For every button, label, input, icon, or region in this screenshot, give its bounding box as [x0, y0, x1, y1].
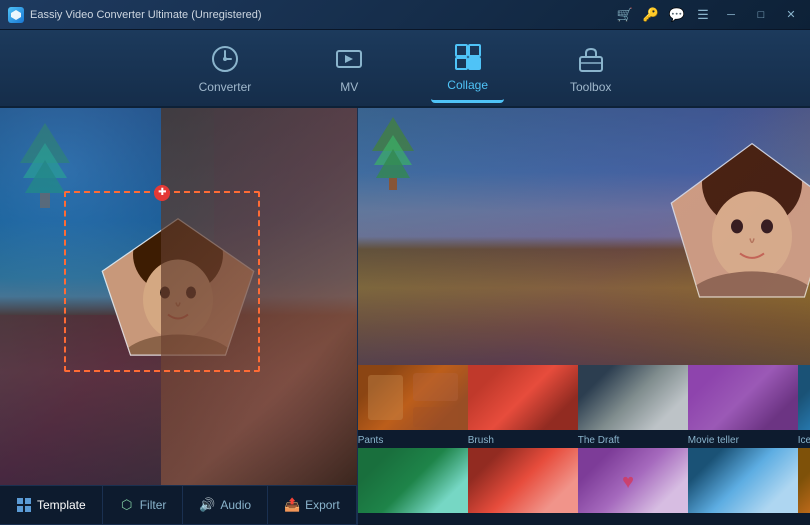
filter-gallery: Pants Brush The Draft Movie teller — [358, 365, 810, 525]
menu-icon[interactable]: ☰ — [694, 6, 712, 24]
left-preview-bg: ✚ — [0, 108, 357, 485]
filter-row-1: Pants Brush The Draft Movie teller — [358, 365, 810, 448]
mv-icon — [333, 43, 365, 75]
template-tab[interactable]: Template — [0, 486, 103, 524]
chat-icon[interactable]: 💬 — [668, 6, 686, 24]
right-video-preview[interactable]: ▶ ■ 00:00:00.13/00:00:30.15 🔊 — [358, 108, 810, 365]
nav-collage[interactable]: Collage — [431, 33, 504, 103]
converter-icon — [209, 43, 241, 75]
left-panel: ✚ ⊞ ☆ ✂ 🔇 ↺ − + — [0, 108, 358, 525]
filter-extra4-thumb — [688, 448, 798, 513]
filter-extra3[interactable]: ♥ — [578, 448, 688, 513]
close-button[interactable]: ✕ — [780, 6, 802, 24]
mv-label: MV — [340, 80, 358, 94]
app-icon — [8, 7, 24, 23]
right-preview-bg — [358, 108, 810, 365]
filter-extra3-thumb: ♥ — [578, 448, 688, 513]
filter-extra5-thumb — [798, 448, 810, 513]
export-tab-label: Export — [305, 498, 340, 512]
key-icon[interactable]: 🔑 — [642, 6, 660, 24]
maximize-button[interactable]: □ — [750, 6, 772, 24]
selection-box[interactable]: ✚ — [64, 191, 260, 372]
filter-extra1-thumb — [358, 448, 468, 513]
left-video-preview[interactable]: ✚ ⊞ ☆ ✂ 🔇 ↺ − + — [0, 108, 357, 485]
filter-draft-thumb — [578, 365, 688, 430]
audio-icon: 🔊 — [199, 497, 215, 513]
selection-handle[interactable]: ✚ — [154, 185, 170, 201]
nav-mv[interactable]: MV — [317, 35, 381, 102]
filter-row-2: ♥ — [358, 448, 810, 513]
filter-iceblue[interactable]: Ice Blue — [798, 365, 810, 448]
filter-brush[interactable]: Brush — [468, 365, 578, 448]
collage-icon — [452, 41, 484, 73]
audio-tab[interactable]: 🔊 Audio — [183, 486, 268, 524]
cart-icon[interactable]: 🛒 — [616, 6, 634, 24]
filter-pants-thumb — [358, 365, 468, 430]
audio-label: Audio — [220, 498, 251, 512]
title-bar: Eassiy Video Converter Ultimate (Unregis… — [0, 0, 810, 30]
filter-extra4[interactable] — [688, 448, 798, 513]
template-icon — [16, 497, 32, 513]
export-tab-icon: 📤 — [284, 497, 300, 513]
title-bar-controls: 🛒 🔑 💬 ☰ ─ □ ✕ — [616, 6, 802, 24]
filter-extra2[interactable] — [468, 448, 578, 513]
toolbox-label: Toolbox — [570, 80, 611, 94]
filter-tab[interactable]: ⬡ Filter — [103, 486, 184, 524]
filter-icon: ⬡ — [119, 497, 135, 513]
bottom-toolbar: Template ⬡ Filter 🔊 Audio 📤 Export — [0, 485, 357, 525]
template-label: Template — [37, 498, 86, 512]
filter-pants[interactable]: Pants — [358, 365, 468, 448]
nav-converter[interactable]: Converter — [183, 35, 268, 102]
filter-extra1[interactable] — [358, 448, 468, 513]
filter-draft[interactable]: The Draft — [578, 365, 688, 448]
filter-extra2-thumb — [468, 448, 578, 513]
filter-iceblue-thumb — [798, 365, 810, 430]
toolbox-icon — [575, 43, 607, 75]
filter-brush-thumb — [468, 365, 578, 430]
filter-extra5[interactable] — [798, 448, 810, 513]
export-tab[interactable]: 📤 Export — [268, 486, 357, 524]
title-bar-left: Eassiy Video Converter Ultimate (Unregis… — [8, 7, 262, 23]
collage-label: Collage — [447, 78, 488, 92]
filter-gallery-container: Pants Brush The Draft Movie teller — [358, 365, 810, 525]
right-panel: ▶ ■ 00:00:00.13/00:00:30.15 🔊 — [358, 108, 810, 525]
nav-bar: Converter MV Collage — [0, 30, 810, 108]
filter-movieteller[interactable]: Movie teller — [688, 365, 798, 448]
main-content: ✚ ⊞ ☆ ✂ 🔇 ↺ − + — [0, 108, 810, 525]
filter-overlay — [358, 108, 810, 365]
converter-label: Converter — [199, 80, 252, 94]
nav-toolbox[interactable]: Toolbox — [554, 35, 627, 102]
svg-text:♥: ♥ — [622, 471, 634, 493]
filter-movieteller-thumb — [688, 365, 798, 430]
minimize-button[interactable]: ─ — [720, 6, 742, 24]
app-title: Eassiy Video Converter Ultimate (Unregis… — [30, 9, 262, 21]
filter-label: Filter — [140, 498, 167, 512]
